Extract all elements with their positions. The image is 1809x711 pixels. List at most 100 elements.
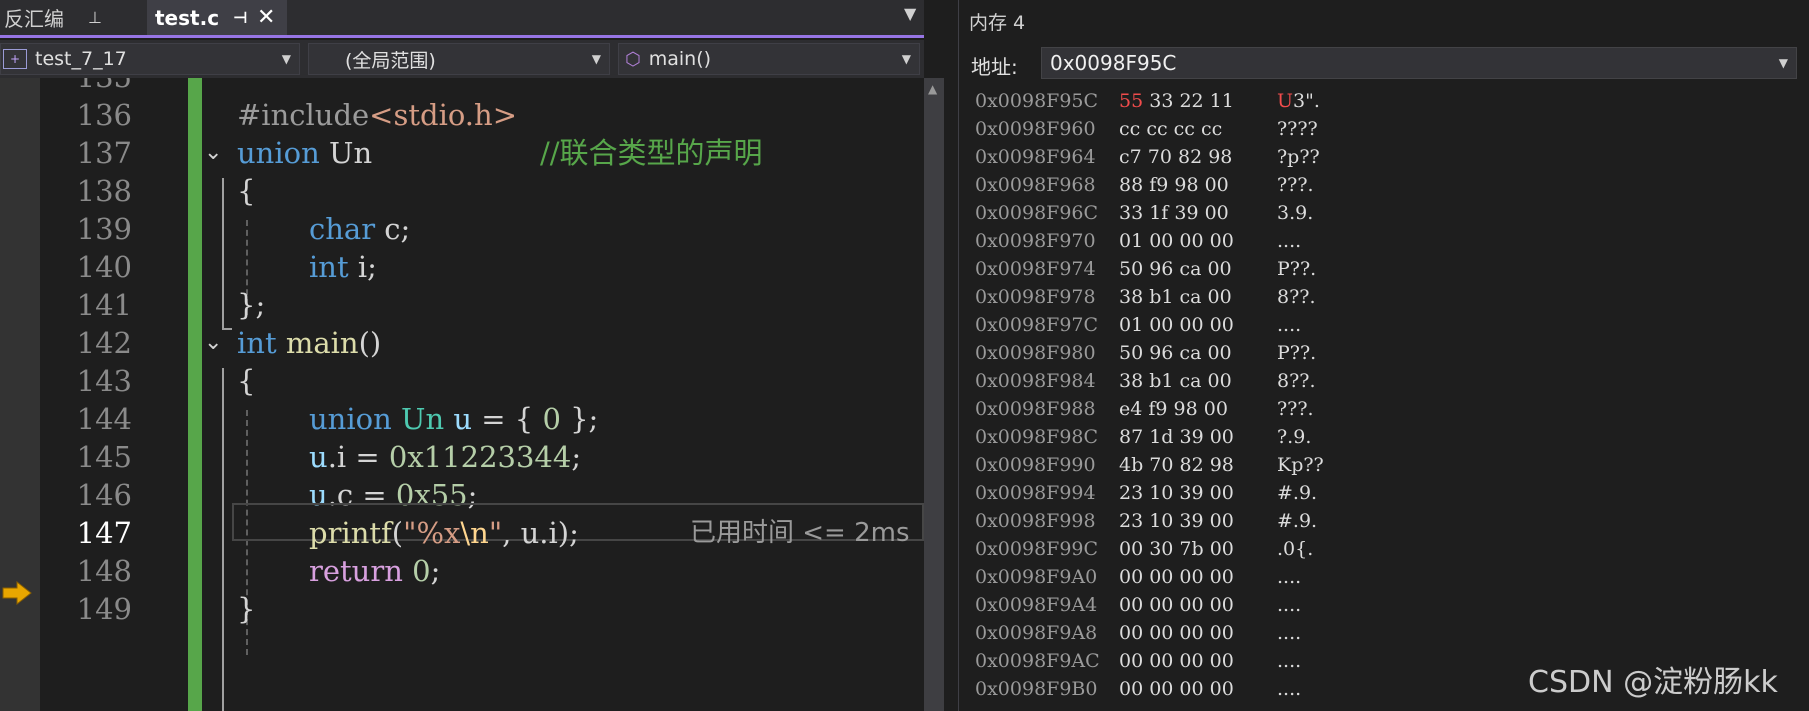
memory-hex-bytes[interactable]: 00 00 00 00 bbox=[1119, 563, 1234, 591]
memory-row[interactable]: 0x0098F9A4 00 00 00 00.... bbox=[959, 591, 1809, 619]
project-dropdown[interactable]: + test_7_17 ▼ bbox=[0, 43, 300, 75]
memory-hex-bytes[interactable]: 00 00 00 00 bbox=[1119, 675, 1234, 703]
line-number: 136 bbox=[76, 98, 132, 132]
editor-vertical-scrollbar[interactable]: ▲ bbox=[924, 78, 944, 711]
memory-row[interactable]: 0x0098F960 cc cc cc cc???? bbox=[959, 115, 1809, 143]
memory-row[interactable]: 0x0098F95C 55 33 22 11 U3". bbox=[959, 87, 1809, 115]
hex-bytes-text: 01 00 00 00 bbox=[1119, 314, 1234, 336]
memory-hex-bytes[interactable]: c7 70 82 98 bbox=[1119, 143, 1232, 171]
memory-hex-bytes[interactable]: 01 00 00 00 bbox=[1119, 227, 1234, 255]
scroll-up-icon[interactable]: ▲ bbox=[928, 82, 937, 96]
memory-row[interactable]: 0x0098F96C 33 1f 39 00 3.9. bbox=[959, 199, 1809, 227]
memory-hex-bytes[interactable]: e4 f9 98 00 bbox=[1119, 395, 1228, 423]
memory-address: 0x0098F9A0 bbox=[975, 566, 1098, 588]
memory-hex-bytes[interactable]: 00 00 00 00 bbox=[1119, 619, 1234, 647]
line-number: 139 bbox=[76, 212, 132, 246]
fold-chevron-icon[interactable]: ⌄ bbox=[204, 134, 222, 172]
address-input[interactable]: 0x0098F95C ▼ bbox=[1041, 47, 1797, 79]
fold-chevron-icon[interactable]: ⌄ bbox=[204, 324, 222, 362]
memory-ascii: .... bbox=[1277, 619, 1301, 647]
memory-hex-bytes[interactable]: 01 00 00 00 bbox=[1119, 311, 1234, 339]
memory-address: 0x0098F99C bbox=[975, 538, 1099, 560]
memory-hex-bytes[interactable]: 50 96 ca 00 bbox=[1119, 255, 1232, 283]
memory-address: 0x0098F9B0 bbox=[975, 678, 1098, 700]
ascii-text: .... bbox=[1277, 678, 1302, 700]
memory-row[interactable]: 0x0098F994 23 10 39 00 #.9. bbox=[959, 479, 1809, 507]
memory-row[interactable]: 0x0098F97C 01 00 00 00.... bbox=[959, 311, 1809, 339]
memory-rows[interactable]: 0x0098F95C 55 33 22 11 U3". 0x0098F960 cc cc… bbox=[959, 87, 1809, 703]
navigation-bar: + test_7_17 ▼ (全局范围) ▼ ⬡ main() ▼ bbox=[0, 40, 924, 78]
address-label: 地址: bbox=[971, 55, 1018, 79]
line-number: 142 bbox=[76, 326, 132, 360]
chevron-down-icon[interactable]: ▼ bbox=[1779, 48, 1788, 78]
memory-row[interactable]: 0x0098F9A0 00 00 00 00.... bbox=[959, 563, 1809, 591]
memory-row[interactable]: 0x0098F984 38 b1 ca 00 8??. bbox=[959, 367, 1809, 395]
ascii-text: ?.9. bbox=[1277, 426, 1312, 448]
memory-address: 0x0098F974 bbox=[975, 258, 1096, 280]
function-dropdown[interactable]: ⬡ main() ▼ bbox=[618, 43, 920, 75]
memory-row[interactable]: 0x0098F988 e4 f9 98 00???. bbox=[959, 395, 1809, 423]
memory-address: 0x0098F968 bbox=[975, 174, 1096, 196]
line-number: 144 bbox=[76, 402, 132, 436]
memory-row[interactable]: 0x0098F990 4b 70 82 98 Kp?? bbox=[959, 451, 1809, 479]
memory-row[interactable]: 0x0098F99C 00 30 7b 00 .0{. bbox=[959, 535, 1809, 563]
memory-address: 0x0098F98C bbox=[975, 426, 1099, 448]
memory-hex-bytes[interactable]: 88 f9 98 00 bbox=[1119, 171, 1229, 199]
glyph-margin[interactable] bbox=[0, 78, 40, 711]
memory-ascii: #.9. bbox=[1277, 507, 1317, 535]
pin-icon[interactable]: ⊣ bbox=[233, 8, 248, 27]
memory-hex-bytes[interactable]: 23 10 39 00 bbox=[1119, 479, 1234, 507]
memory-hex-bytes[interactable]: 87 1d 39 00 bbox=[1119, 423, 1234, 451]
tab-disassembly[interactable]: 反汇编 ⊥ bbox=[0, 0, 145, 35]
memory-row[interactable]: 0x0098F974 50 96 ca 00 P??. bbox=[959, 255, 1809, 283]
tab-test-c[interactable]: test.c ⊣ ✕ bbox=[147, 0, 287, 35]
memory-window-title: 内存 4 bbox=[969, 12, 1026, 34]
memory-row[interactable]: 0x0098F980 50 96 ca 00 P??. bbox=[959, 339, 1809, 367]
memory-row[interactable]: 0x0098F964 c7 70 82 98 ?p?? bbox=[959, 143, 1809, 171]
memory-hex-bytes[interactable]: 33 1f 39 00 bbox=[1119, 199, 1229, 227]
memory-ascii: ?.9. bbox=[1277, 423, 1311, 451]
memory-row[interactable]: 0x0098F98C 87 1d 39 00 ?.9. bbox=[959, 423, 1809, 451]
code-line-148: return 0; bbox=[309, 554, 441, 588]
memory-hex-bytes[interactable]: 4b 70 82 98 bbox=[1119, 451, 1234, 479]
hex-bytes-text: 00 00 00 00 bbox=[1119, 566, 1234, 588]
ascii-text: .... bbox=[1277, 594, 1302, 616]
memory-hex-bytes[interactable]: 23 10 39 00 bbox=[1119, 507, 1234, 535]
memory-row[interactable]: 0x0098F970 01 00 00 00.... bbox=[959, 227, 1809, 255]
memory-hex-bytes[interactable]: 00 00 00 00 bbox=[1119, 591, 1234, 619]
hex-bytes-text: 00 00 00 00 bbox=[1119, 678, 1234, 700]
memory-address: 0x0098F9A4 bbox=[975, 594, 1098, 616]
memory-row[interactable]: 0x0098F968 88 f9 98 00???. bbox=[959, 171, 1809, 199]
memory-row[interactable]: 0x0098F998 23 10 39 00 #.9. bbox=[959, 507, 1809, 535]
memory-hex-bytes[interactable]: 00 00 00 00 bbox=[1119, 647, 1234, 675]
scope-dropdown[interactable]: (全局范围) ▼ bbox=[308, 43, 610, 75]
hex-bytes-text: 33 1f 39 00 bbox=[1119, 202, 1229, 224]
memory-hex-bytes[interactable]: 38 b1 ca 00 bbox=[1119, 367, 1232, 395]
ascii-text: P??. bbox=[1277, 342, 1317, 364]
memory-address: 0x0098F960 bbox=[975, 118, 1096, 140]
memory-hex-bytes[interactable]: 55 33 22 11 bbox=[1119, 87, 1234, 115]
line-number: 137 bbox=[76, 136, 132, 170]
memory-hex-bytes[interactable]: 38 b1 ca 00 bbox=[1119, 283, 1232, 311]
memory-address: 0x0098F964 bbox=[975, 146, 1096, 168]
code-line-147: printf("%x\n", u.i); bbox=[309, 516, 579, 550]
code-area[interactable]: 135 136 137 138 139 140 141 142 143 144 … bbox=[0, 78, 924, 711]
memory-ascii: .... bbox=[1277, 227, 1301, 255]
change-tracking-bar bbox=[188, 78, 202, 711]
scope-guide-end bbox=[222, 328, 232, 330]
memory-address: 0x0098F998 bbox=[975, 510, 1096, 532]
ascii-text: 3.9. bbox=[1277, 202, 1314, 224]
code-line-139: char c; bbox=[309, 212, 411, 246]
line-number: 141 bbox=[76, 288, 132, 322]
memory-hex-bytes[interactable]: 50 96 ca 00 bbox=[1119, 339, 1232, 367]
close-icon[interactable]: ✕ bbox=[257, 5, 275, 30]
elapsed-time-tip[interactable]: 已用时间 <= 2ms bbox=[690, 514, 910, 552]
memory-ascii: P??. bbox=[1277, 255, 1316, 283]
memory-hex-bytes[interactable]: 00 30 7b 00 bbox=[1119, 535, 1234, 563]
memory-row[interactable]: 0x0098F978 38 b1 ca 00 8??. bbox=[959, 283, 1809, 311]
ascii-text: 8??. bbox=[1277, 370, 1316, 392]
memory-hex-bytes[interactable]: cc cc cc cc bbox=[1119, 115, 1222, 143]
pin-icon[interactable]: ⊥ bbox=[88, 8, 102, 27]
tab-list-dropdown-icon[interactable]: ▼ bbox=[904, 4, 916, 23]
memory-row[interactable]: 0x0098F9A8 00 00 00 00.... bbox=[959, 619, 1809, 647]
